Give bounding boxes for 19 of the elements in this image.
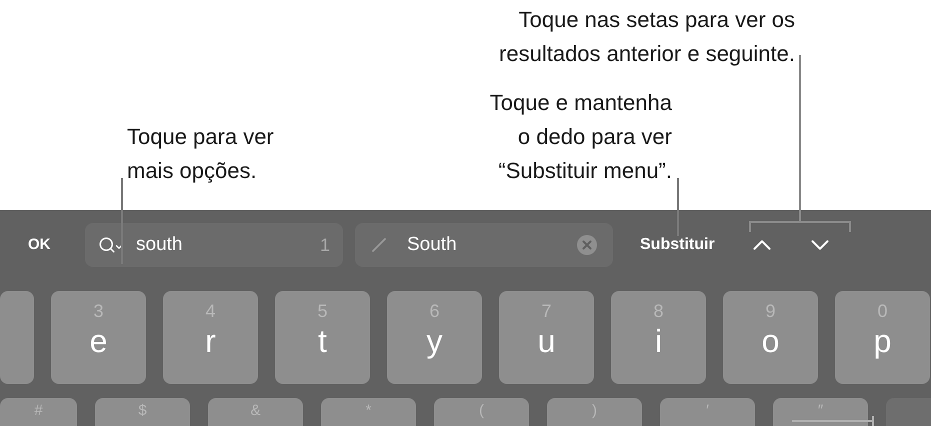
keyboard-key[interactable]: #: [0, 398, 77, 426]
leader-line: [677, 178, 679, 236]
callout-text: Toque e mantenha o dedo para ver “Substituir menu”.: [490, 89, 672, 185]
keyboard-key[interactable]: (: [434, 398, 529, 426]
done-button[interactable]: OK: [28, 234, 68, 256]
keyboard-key[interactable]: ): [547, 398, 642, 426]
search-field[interactable]: south 1: [85, 223, 343, 267]
callout-text: Toque nas setas para ver os resultados anterior e seguinte.: [499, 6, 795, 68]
replace-button[interactable]: Substituir: [640, 233, 715, 257]
keyboard-key[interactable]: ′: [660, 398, 755, 426]
callout-text: Toque para ver mais opções.: [127, 123, 274, 185]
pencil-icon: [371, 237, 387, 253]
keyboard-key[interactable]: &: [208, 398, 303, 426]
replace-field[interactable]: South: [355, 223, 613, 267]
keyboard-key[interactable]: *: [321, 398, 416, 426]
keyboard-key[interactable]: ″: [773, 398, 868, 426]
search-options-icon[interactable]: [98, 236, 124, 254]
match-count: 1: [320, 234, 330, 256]
keyboard-key[interactable]: $: [95, 398, 190, 426]
